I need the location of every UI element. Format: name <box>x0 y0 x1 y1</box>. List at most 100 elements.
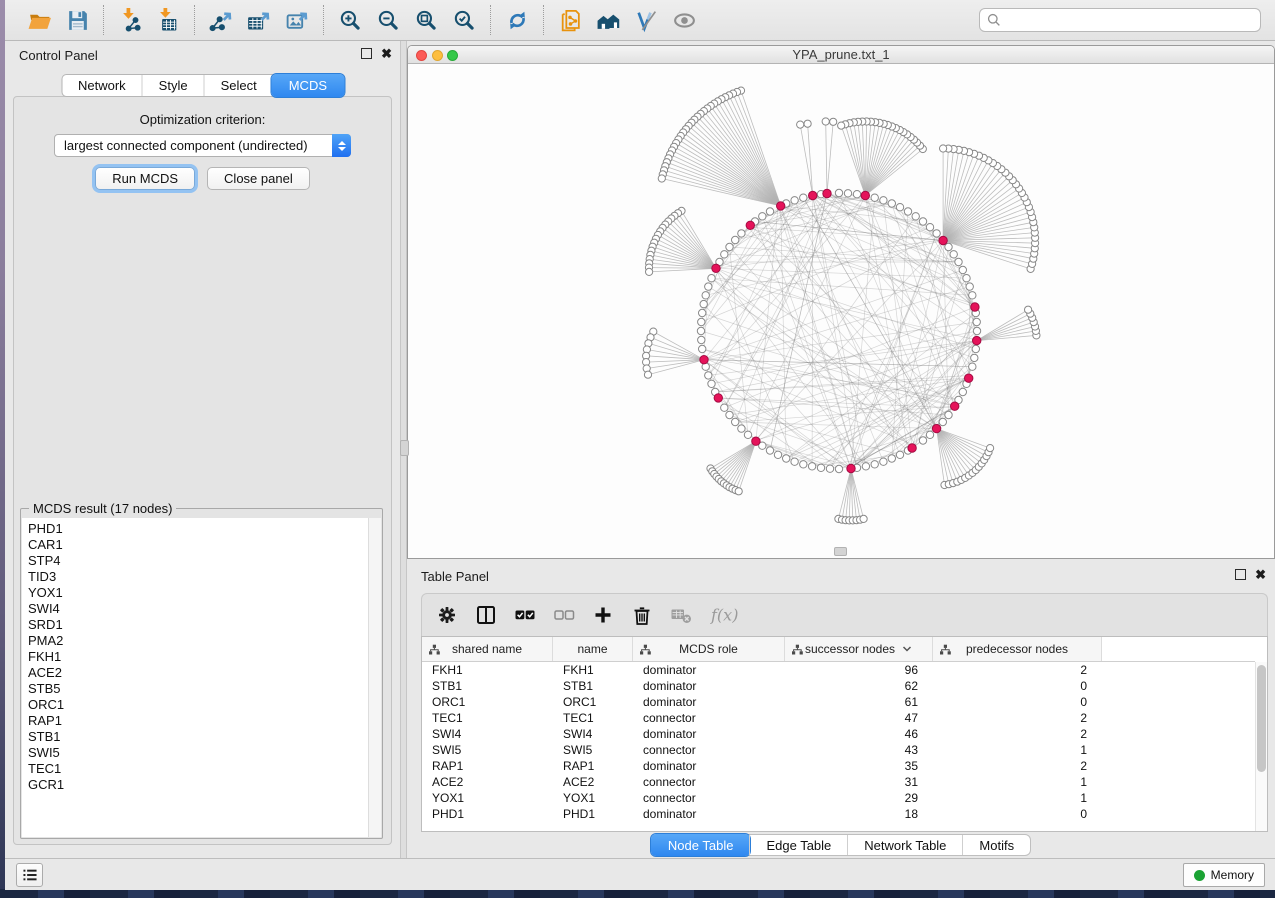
select-all-button[interactable] <box>514 604 536 626</box>
optimization-criterion-select[interactable]: largest connected component (undirected) <box>54 134 351 157</box>
vertical-splitter-grip[interactable] <box>400 440 409 456</box>
table-row[interactable]: PHD1PHD1dominator180 <box>422 806 1255 822</box>
column-layout-button[interactable] <box>475 604 497 626</box>
table-row[interactable]: TEC1TEC1connector472 <box>422 710 1255 726</box>
mcds-list-scrollbar[interactable] <box>368 518 381 837</box>
table-scrollbar-thumb[interactable] <box>1257 665 1266 772</box>
float-panel-icon[interactable] <box>361 48 372 59</box>
network-graph[interactable] <box>408 64 1274 558</box>
zoom-fit-button[interactable] <box>412 6 440 34</box>
mcds-result-item[interactable]: SRD1 <box>28 617 368 633</box>
mcds-result-item[interactable]: STB5 <box>28 681 368 697</box>
save-session-button[interactable] <box>63 6 91 34</box>
mcds-result-item[interactable]: SWI5 <box>28 745 368 761</box>
table-header-row: shared name name MCDS role successor nodesp… <box>422 637 1255 662</box>
network-window-titlebar[interactable]: YPA_prune.txt_1 <box>408 46 1274 64</box>
delete-table-button[interactable] <box>670 604 692 626</box>
close-panel-button[interactable]: Close panel <box>207 167 310 190</box>
apply-layout-button[interactable] <box>503 6 531 34</box>
save-session-icon <box>65 8 90 33</box>
table-scrollbar[interactable] <box>1255 662 1267 831</box>
zoom-selected-button[interactable] <box>450 6 478 34</box>
cell-name: SWI5 <box>553 742 633 758</box>
tab-mcds[interactable]: MCDS <box>272 74 344 97</box>
delete-column-button[interactable] <box>631 604 653 626</box>
zoom-out-button[interactable] <box>374 6 402 34</box>
table-row[interactable]: YOX1YOX1connector291 <box>422 790 1255 806</box>
apply-layout-icon <box>505 8 530 33</box>
task-history-button[interactable] <box>16 863 43 887</box>
mcds-result-item[interactable]: STP4 <box>28 553 368 569</box>
table-row[interactable]: SWI5SWI5connector431 <box>422 742 1255 758</box>
column-header-predecessor-nodes[interactable]: predecessor nodes <box>933 637 1102 661</box>
table-row[interactable]: RAP1RAP1dominator352 <box>422 758 1255 774</box>
function-builder-button[interactable]: f(x) <box>709 604 745 626</box>
mcds-result-item[interactable]: TEC1 <box>28 761 368 777</box>
tab-node-table[interactable]: Node Table <box>651 834 751 856</box>
tab-network[interactable]: Network <box>62 75 142 96</box>
table-row[interactable]: FKH1FKH1dominator962 <box>422 662 1255 678</box>
toolbar-search[interactable] <box>979 8 1261 32</box>
export-table-button[interactable] <box>245 6 273 34</box>
import-network-button[interactable] <box>116 6 144 34</box>
search-input[interactable] <box>1006 13 1254 28</box>
table-row[interactable]: ACE2ACE2connector311 <box>422 774 1255 790</box>
tab-motifs[interactable]: Motifs <box>962 835 1030 855</box>
table-panel-title: Table Panel <box>421 569 489 584</box>
horizontal-splitter-grip[interactable] <box>834 547 847 556</box>
mcds-result-item[interactable]: CAR1 <box>28 537 368 553</box>
tab-style[interactable]: Style <box>142 75 204 96</box>
mcds-result-item[interactable]: STB1 <box>28 729 368 745</box>
table-row[interactable]: ORC1ORC1dominator610 <box>422 694 1255 710</box>
export-network-button[interactable] <box>207 6 235 34</box>
close-window-icon[interactable] <box>416 50 427 61</box>
tab-network-table[interactable]: Network Table <box>847 835 962 855</box>
column-header-shared-name[interactable]: shared name <box>422 637 553 661</box>
mcds-result-item[interactable]: PMA2 <box>28 633 368 649</box>
mcds-result-item[interactable]: GCR1 <box>28 777 368 793</box>
mcds-result-item[interactable]: ORC1 <box>28 697 368 713</box>
control-panel-title: Control Panel <box>19 48 98 63</box>
toggle-graphics-details-icon <box>634 8 659 33</box>
mcds-result-item[interactable]: FKH1 <box>28 649 368 665</box>
network-from-selection-button[interactable] <box>556 6 584 34</box>
mcds-result-list[interactable]: PHD1CAR1STP4TID3YOX1SWI4SRD1PMA2FKH1ACE2… <box>22 518 368 837</box>
close-table-panel-icon[interactable]: ✖ <box>1255 569 1266 580</box>
hierarchy-icon <box>939 643 952 656</box>
column-header-name[interactable]: name <box>553 637 633 661</box>
cell-successor-nodes: 62 <box>785 678 933 694</box>
column-label: name <box>577 642 607 656</box>
column-label: MCDS role <box>679 642 738 656</box>
column-header-successor-nodes[interactable]: successor nodes <box>785 637 933 661</box>
export-image-button[interactable] <box>283 6 311 34</box>
float-table-panel-icon[interactable] <box>1235 569 1246 580</box>
mcds-result-item[interactable]: TID3 <box>28 569 368 585</box>
cell-successor-nodes: 61 <box>785 694 933 710</box>
mcds-result-item[interactable]: YOX1 <box>28 585 368 601</box>
tab-select[interactable]: Select <box>204 75 273 96</box>
table-row[interactable]: STB1STB1dominator620 <box>422 678 1255 694</box>
hide-graphics-details-button[interactable] <box>670 6 698 34</box>
close-panel-icon[interactable]: ✖ <box>381 48 392 59</box>
first-neighbors-button[interactable] <box>594 6 622 34</box>
mcds-result-item[interactable]: ACE2 <box>28 665 368 681</box>
column-header-MCDS-role[interactable]: MCDS role <box>633 637 785 661</box>
settings-button[interactable] <box>436 604 458 626</box>
mcds-result-title: MCDS result (17 nodes) <box>29 501 176 516</box>
mcds-result-item[interactable]: SWI4 <box>28 601 368 617</box>
minimize-window-icon[interactable] <box>432 50 443 61</box>
toggle-graphics-details-button[interactable] <box>632 6 660 34</box>
memory-button[interactable]: Memory <box>1183 863 1265 887</box>
tab-edge-table[interactable]: Edge Table <box>749 835 847 855</box>
run-mcds-button[interactable]: Run MCDS <box>95 167 195 190</box>
mcds-result-item[interactable]: RAP1 <box>28 713 368 729</box>
table-row[interactable]: SWI4SWI4dominator462 <box>422 726 1255 742</box>
mcds-result-item[interactable]: PHD1 <box>28 521 368 537</box>
deselect-all-button[interactable] <box>553 604 575 626</box>
network-canvas[interactable] <box>408 64 1274 558</box>
open-session-button[interactable] <box>25 6 53 34</box>
zoom-in-button[interactable] <box>336 6 364 34</box>
add-column-button[interactable] <box>592 604 614 626</box>
maximize-window-icon[interactable] <box>447 50 458 61</box>
import-table-button[interactable] <box>154 6 182 34</box>
